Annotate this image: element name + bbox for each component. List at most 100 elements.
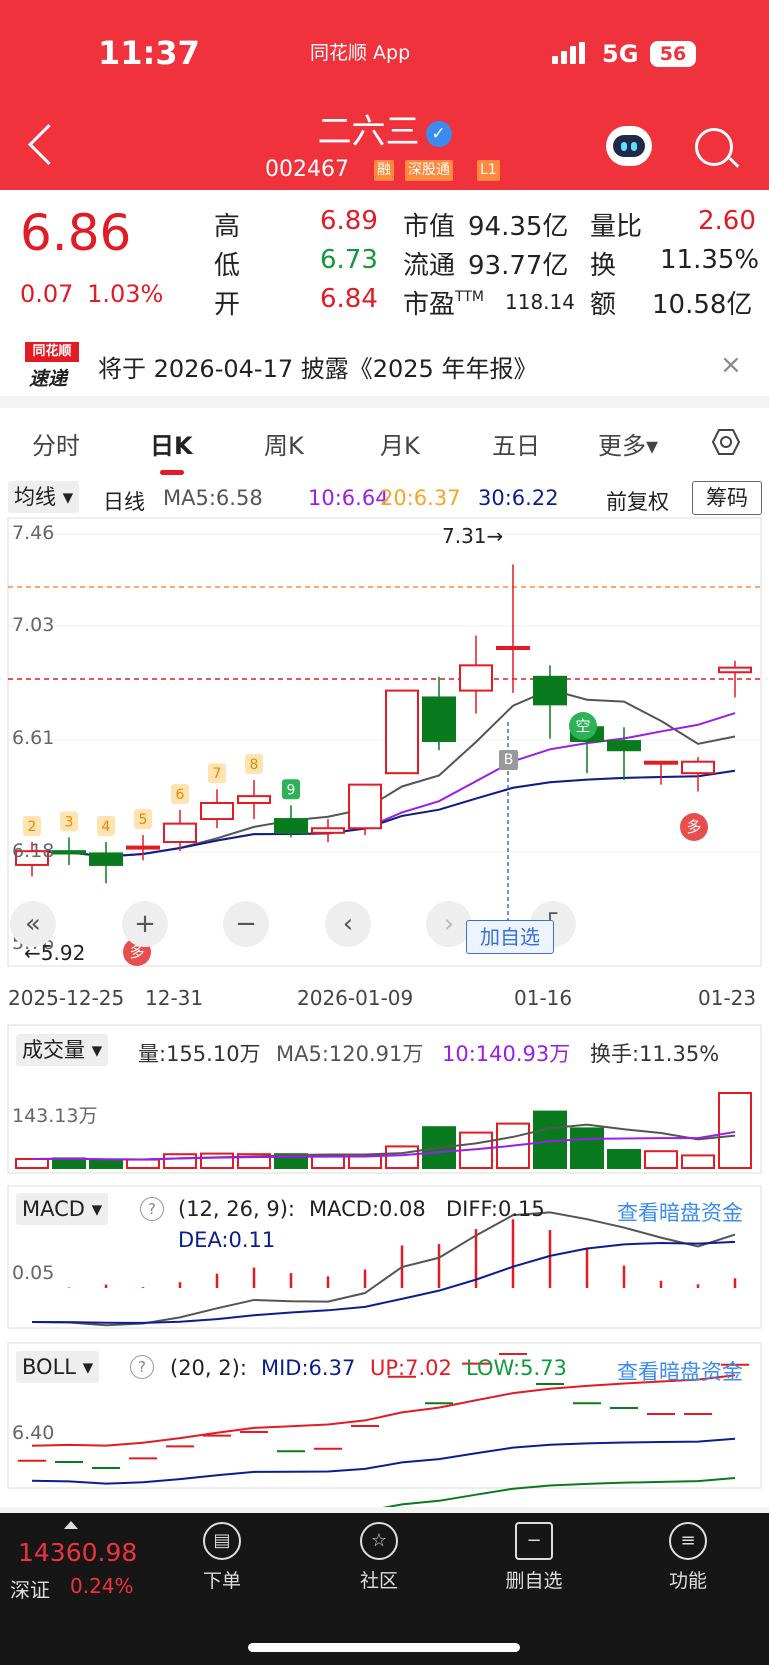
period-high-label: 7.31→ <box>442 524 504 548</box>
candle-body <box>607 740 641 752</box>
macd-value: MACD:0.08 <box>309 1197 426 1221</box>
zoom-in-icon[interactable]: + <box>122 901 168 947</box>
short-signal-badge[interactable]: 空 <box>569 712 597 740</box>
candle-body <box>681 760 715 775</box>
x-label-2: 12-31 <box>145 986 204 1010</box>
kline-chart-area[interactable]: 2 3 4 5 6 7 8 9 <box>0 0 769 1513</box>
volume-dropdown[interactable]: 成交量 ▾ <box>16 1034 109 1066</box>
kline-frame <box>7 517 762 967</box>
help-icon[interactable]: ? <box>130 1355 154 1379</box>
volume-current: 量:155.10万 <box>138 1042 261 1066</box>
candle-body <box>644 760 678 765</box>
candle-body <box>459 664 493 692</box>
community-icon: ☆ <box>360 1522 398 1560</box>
volume-bar <box>311 1155 345 1169</box>
home-indicator <box>248 1643 520 1652</box>
boll-mid: MID:6.37 <box>261 1356 356 1380</box>
volume-bar <box>570 1127 604 1170</box>
add-watchlist-button[interactable]: 加自选 <box>466 920 554 954</box>
scroll-left-icon[interactable]: ‹ <box>325 901 371 947</box>
turnover-rate: 换手:11.35% <box>590 1042 720 1066</box>
candle-body <box>311 827 345 834</box>
diff-line <box>31 1211 736 1327</box>
y-label-top: 7.46 <box>12 522 55 544</box>
count-marker-label: 2 <box>28 819 37 835</box>
count-marker-label: 3 <box>65 814 74 830</box>
expand-up-icon[interactable] <box>64 1521 78 1529</box>
candle-body <box>533 675 567 706</box>
help-icon[interactable]: ? <box>140 1197 164 1221</box>
y-label-4: 6.18 <box>12 840 55 862</box>
functions-label: 功能 <box>668 1570 707 1592</box>
volume-bar <box>607 1149 641 1169</box>
boll-low: LOW:5.73 <box>466 1356 567 1380</box>
scroll-left-fast-icon[interactable]: « <box>10 901 56 947</box>
x-label-4: 01-16 <box>514 986 573 1010</box>
volume-bar <box>644 1150 678 1169</box>
count-marker-label: 7 <box>213 766 222 782</box>
volume-bar <box>126 1158 160 1169</box>
y-label-3: 6.61 <box>12 727 55 749</box>
dark-pool-link[interactable]: 查看暗盘资金 <box>617 1197 743 1227</box>
buy-mark-b[interactable]: B <box>499 750 518 770</box>
candle-body <box>496 646 530 650</box>
boll-up: UP:7.02 <box>370 1356 452 1380</box>
order-icon: ▤ <box>203 1522 241 1560</box>
macd-y-label: 0.05 <box>12 1262 55 1284</box>
volume-bar <box>15 1158 49 1169</box>
count-marker-label: 9 <box>287 782 296 798</box>
index-change: 0.24% <box>70 1574 134 1598</box>
candle-body <box>385 689 419 775</box>
y-label-2: 7.03 <box>12 614 55 636</box>
candle-body <box>200 802 234 821</box>
count-marker-label: 4 <box>102 819 111 835</box>
candle-body <box>163 822 197 843</box>
candle-body <box>89 852 123 866</box>
ma10-line <box>31 712 736 858</box>
macd-diff: DIFF:0.15 <box>446 1197 545 1221</box>
volume-bar <box>385 1145 419 1170</box>
candle-body <box>718 666 752 674</box>
ma-lines <box>31 688 736 858</box>
remove-watchlist-icon: − <box>515 1522 553 1560</box>
functions-button[interactable]: ≡ 功能 <box>643 1522 733 1593</box>
dark-pool-link-2[interactable]: 查看暗盘资金 <box>617 1356 743 1386</box>
volume-bar <box>681 1154 715 1170</box>
zoom-out-icon[interactable]: − <box>223 901 269 947</box>
volume-bar <box>718 1092 752 1169</box>
count-marker-label: 6 <box>176 787 185 803</box>
kline-grid <box>8 533 761 853</box>
volume-ma5: MA5:120.91万 <box>276 1042 424 1066</box>
candles <box>15 564 752 884</box>
candle-body <box>422 696 456 743</box>
boll-mid-line <box>31 1437 736 1485</box>
count-marker-label: 5 <box>139 812 148 828</box>
signal-markers: 2 3 4 5 6 7 8 9 <box>23 754 300 836</box>
order-button[interactable]: ▤ 下单 <box>177 1522 267 1593</box>
candle-body <box>237 795 271 805</box>
boll-params: (20, 2): <box>170 1356 247 1380</box>
index-value[interactable]: 14360.98 <box>18 1538 137 1567</box>
x-label-5: 01-23 <box>698 986 757 1010</box>
candle-body <box>348 783 382 830</box>
community-button[interactable]: ☆ 社区 <box>334 1522 424 1593</box>
order-label: 下单 <box>202 1570 241 1592</box>
volume-bar <box>200 1152 234 1169</box>
boll-dropdown[interactable]: BOLL ▾ <box>16 1351 100 1383</box>
volume-ma10: 10:140.93万 <box>442 1042 571 1066</box>
x-label-3: 2026-01-09 <box>297 986 414 1010</box>
candle-body <box>52 850 86 855</box>
long-signal-badge[interactable]: 多 <box>680 813 708 841</box>
remove-watchlist-button[interactable]: − 删自选 <box>489 1522 579 1593</box>
candle-body <box>126 845 160 850</box>
menu-icon: ≡ <box>669 1522 707 1560</box>
macd-dropdown[interactable]: MACD ▾ <box>16 1193 109 1225</box>
macd-chart <box>31 1211 737 1327</box>
volume-bar <box>163 1153 197 1169</box>
remove-watchlist-label: 删自选 <box>505 1570 563 1592</box>
community-label: 社区 <box>359 1570 398 1592</box>
volume-y-label: 143.13万 <box>12 1105 98 1127</box>
count-marker-label: 8 <box>250 757 259 773</box>
candle-body <box>274 818 308 834</box>
macd-params: (12, 26, 9): <box>178 1197 295 1221</box>
